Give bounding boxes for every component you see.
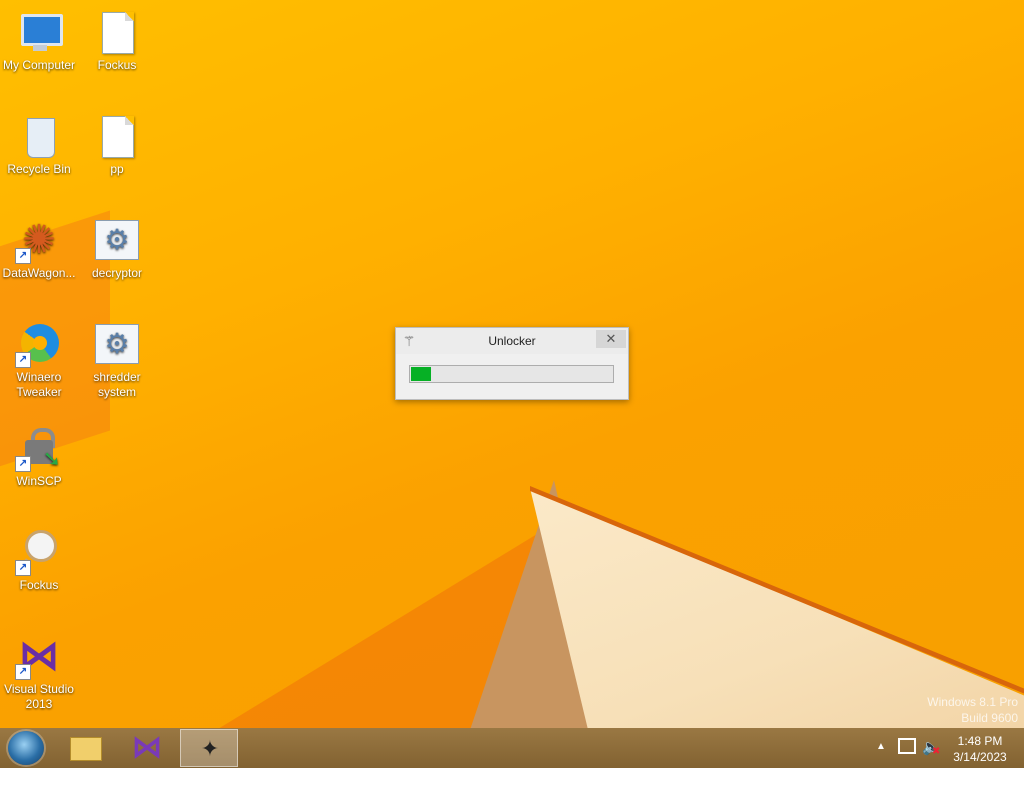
- progress-bar: [409, 365, 614, 383]
- desktop-icon-recycle-bin[interactable]: Recycle Bin: [0, 112, 78, 177]
- magic-wand-icon: ✦: [200, 736, 220, 761]
- desktop-icon-label: Fockus: [97, 58, 137, 72]
- desktop-icon-label: pp: [110, 162, 124, 176]
- clock-time: 1:48 PM: [957, 734, 1003, 748]
- desktop-icon-winaero-tweaker[interactable]: ↗ Winaero Tweaker: [0, 320, 78, 400]
- folder-icon: [70, 737, 102, 761]
- desktop-icon-label: Winaero Tweaker: [16, 370, 62, 399]
- winscp-lock-icon: ➘ ↗: [15, 424, 63, 472]
- gear-config-icon: ⚙: [93, 216, 141, 264]
- desktop-icon-label: shredder system: [93, 370, 141, 399]
- shortcut-arrow-icon: ↗: [15, 560, 31, 576]
- network-icon[interactable]: [898, 738, 916, 754]
- desktop-icon-label: My Computer: [2, 58, 76, 72]
- desktop-icon-label: WinSCP: [16, 474, 62, 488]
- desktop-icon-label: Fockus: [19, 578, 59, 592]
- visual-studio-icon: ⋈: [132, 731, 162, 764]
- unlocker-dialog: ⚚ Unlocker ✕: [395, 327, 629, 400]
- dialog-title: Unlocker: [488, 334, 536, 348]
- shortcut-arrow-icon: ↗: [15, 352, 31, 368]
- winaero-tweaker-icon: ↗: [15, 320, 63, 368]
- desktop-icon-winscp[interactable]: ➘ ↗ WinSCP: [0, 424, 78, 489]
- recycle-bin-icon: [15, 112, 63, 160]
- desktop-icon-fockus-file[interactable]: Fockus: [78, 8, 156, 73]
- show-hidden-icons-button[interactable]: ▲: [876, 741, 886, 781]
- visual-studio-icon: ⋈ ↗: [15, 632, 63, 680]
- taskbar-unlocker-button[interactable]: ✦: [180, 729, 238, 767]
- dialog-titlebar[interactable]: ⚚ Unlocker ✕: [396, 328, 628, 354]
- magnifier-icon: ↗: [15, 528, 63, 576]
- start-orb-icon[interactable]: [8, 731, 44, 765]
- taskbar-clock[interactable]: 1:48 PM 3/14/2023: [948, 733, 1012, 765]
- desktop-icon-fockus-shortcut[interactable]: ↗ Fockus: [0, 528, 78, 593]
- progress-fill: [411, 367, 431, 381]
- desktop-icon-label: decryptor: [91, 266, 143, 280]
- computer-icon: [15, 8, 63, 56]
- gear-config-icon: ⚙: [93, 320, 141, 368]
- shortcut-arrow-icon: ↗: [15, 248, 31, 264]
- clock-date: 3/14/2023: [953, 750, 1007, 764]
- os-watermark: Windows 8.1 Pro Build 9600: [927, 694, 1018, 726]
- taskbar-file-explorer-button[interactable]: [56, 729, 114, 767]
- shortcut-arrow-icon: ↗: [15, 664, 31, 680]
- shortcut-arrow-icon: ↗: [15, 456, 31, 472]
- watermark-build: Build 9600: [961, 711, 1018, 725]
- taskbar: ⋈ ✦ ▲ 🔈 ✖ 1:48 PM 3/14/2023: [0, 728, 1024, 768]
- desktop-icon-visual-studio[interactable]: ⋈ ↗ Visual Studio 2013: [0, 632, 78, 712]
- desktop-icon-pp[interactable]: pp: [78, 112, 156, 177]
- desktop-icon-label: Visual Studio 2013: [4, 682, 74, 711]
- desktop-icon-datawagon[interactable]: ✺ ↗ DataWagon...: [0, 216, 78, 281]
- text-file-icon: [93, 112, 141, 160]
- mute-x-icon: ✖: [932, 746, 941, 757]
- desktop-icon-label: Recycle Bin: [7, 162, 71, 176]
- taskbar-visual-studio-button[interactable]: ⋈: [118, 729, 176, 767]
- desktop-icon-decryptor[interactable]: ⚙ decryptor: [78, 216, 156, 281]
- watermark-edition: Windows 8.1 Pro: [927, 695, 1018, 709]
- close-button[interactable]: ✕: [596, 330, 626, 348]
- desktop-icon-label: DataWagon...: [2, 266, 76, 280]
- text-file-icon: [93, 8, 141, 56]
- datawagon-star-icon: ✺ ↗: [15, 216, 63, 264]
- wallpaper-shape: [530, 488, 1024, 728]
- desktop-icon-my-computer[interactable]: My Computer: [0, 8, 78, 73]
- desktop-icon-shredder-system[interactable]: ⚙ shredder system: [78, 320, 156, 400]
